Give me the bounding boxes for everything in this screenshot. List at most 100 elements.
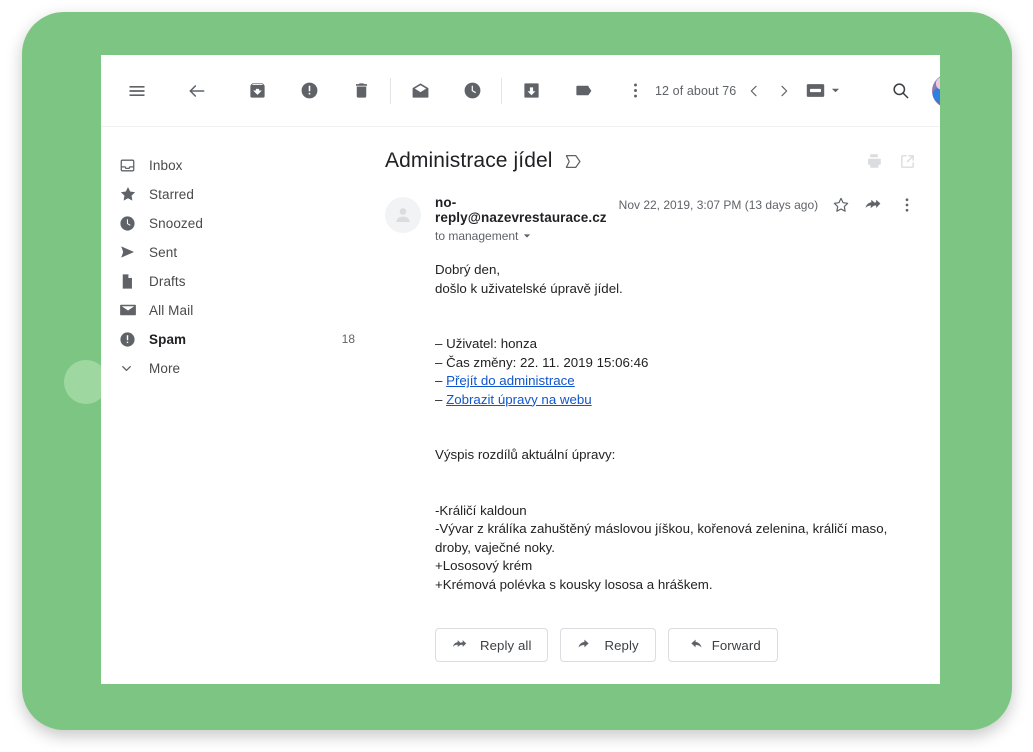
sidebar-item-sent[interactable]: Sent: [101, 238, 377, 266]
body-link-line: – Přejít do administrace: [435, 372, 916, 391]
body-line: -Králičí kaldoun: [435, 502, 527, 518]
body-line: Dobrý den,: [435, 262, 501, 277]
sidebar-item-count: 18: [341, 332, 355, 346]
content-area: Inbox Starred Snoozed Sent Drafts All Ma…: [101, 127, 940, 684]
alert-icon: [119, 331, 149, 348]
search-button[interactable]: [880, 71, 920, 111]
star-icon[interactable]: [832, 196, 850, 214]
reply-label: Reply: [604, 637, 639, 653]
sidebar-item-label: Starred: [149, 186, 194, 202]
body-line: +Lososový krém: [435, 558, 533, 573]
admin-link[interactable]: Přejít do administrace: [446, 373, 575, 388]
move-to-button[interactable]: [511, 71, 551, 111]
back-to-inbox-button[interactable]: [177, 71, 217, 111]
body-line: Výspis rozdílů aktuální úpravy:: [435, 447, 616, 462]
report-spam-button[interactable]: [289, 71, 329, 111]
reply-icon: [579, 639, 590, 648]
chevron-down-icon: [119, 361, 149, 376]
reply-all-icon: [452, 640, 467, 647]
sender-row: no-reply@nazevrestaurace.cz to managemen…: [385, 195, 916, 243]
subject-actions: [865, 152, 916, 170]
snooze-button[interactable]: [452, 71, 492, 111]
message-count: 12 of about 76: [655, 83, 737, 98]
body-line: – Uživatel: honza: [435, 336, 537, 351]
body-line: -Vývar z králíka zahuštěný máslovou jíšk…: [435, 521, 888, 555]
sidebar-item-label: Spam: [149, 331, 187, 347]
web-changes-link[interactable]: Zobrazit úpravy na webu: [446, 392, 592, 407]
labels-button[interactable]: [563, 71, 603, 111]
display-density-icon: [807, 84, 825, 97]
recipient-toggle[interactable]: to management: [435, 229, 607, 243]
forward-button[interactable]: Forward: [667, 628, 778, 662]
sidebar-item-label: All Mail: [149, 302, 194, 318]
reply-all-label: Reply all: [480, 637, 532, 653]
account-avatar[interactable]: [932, 73, 940, 108]
sidebar-item-more[interactable]: More: [101, 354, 377, 382]
older-message-button[interactable]: [776, 74, 792, 108]
forward-icon: [691, 639, 702, 648]
toolbar-divider: [390, 77, 391, 104]
chevron-down-icon: [832, 88, 840, 93]
person-icon: [396, 208, 410, 222]
sidebar-item-label: Snoozed: [149, 215, 203, 231]
mark-as-unread-button[interactable]: [400, 71, 440, 111]
screen: 12 of about 76 Inbox Starred Snoozed Sen…: [0, 0, 1033, 752]
sidebar-item-all-mail[interactable]: All Mail: [101, 296, 377, 324]
chevron-down-icon: [524, 234, 531, 238]
reply-all-button[interactable]: Reply all: [435, 628, 549, 662]
draft-icon: [119, 273, 149, 290]
sender-email: no-reply@nazevrestaurace.cz: [435, 195, 607, 225]
toolbar-divider-2: [501, 77, 502, 104]
subject-row: Administrace jídel: [385, 149, 916, 173]
clock-icon: [119, 215, 149, 232]
sidebar-item-spam[interactable]: Spam 18: [101, 325, 377, 353]
delete-button[interactable]: [341, 71, 381, 111]
sidebar-item-inbox[interactable]: Inbox: [101, 151, 377, 179]
message-action-buttons: Reply all Reply Forward: [435, 628, 916, 662]
message-body: Dobrý den, došlo k uživatelské úpravě jí…: [435, 261, 916, 594]
body-line: došlo k uživatelské úpravě jídel.: [435, 280, 623, 296]
print-icon[interactable]: [865, 152, 883, 170]
body-line: +Krémová polévka s kousky lososa a hrášk…: [435, 576, 713, 592]
recipient-label: to management: [435, 229, 519, 243]
sidebar-item-label: Drafts: [149, 273, 186, 289]
send-icon: [119, 243, 149, 261]
sender-avatar: [385, 197, 421, 233]
body-line: – Čas změny: 22. 11. 2019 15:06:46: [435, 354, 649, 370]
message-more-icon[interactable]: [898, 196, 916, 214]
mail-client-card: 12 of about 76 Inbox Starred Snoozed Sen…: [101, 55, 940, 684]
toolbar-more-button[interactable]: [615, 71, 655, 111]
sidebar-item-label: More: [149, 360, 181, 376]
sidebar-item-snoozed[interactable]: Snoozed: [101, 209, 377, 237]
sidebar-item-label: Sent: [149, 244, 178, 260]
newer-message-button[interactable]: [746, 74, 762, 108]
message-date: Nov 22, 2019, 3:07 PM (13 days ago): [618, 198, 819, 212]
reply-button[interactable]: Reply: [560, 628, 656, 662]
sidebar-item-label: Inbox: [149, 157, 183, 173]
inbox-icon: [119, 157, 149, 174]
sidebar-item-starred[interactable]: Starred: [101, 180, 377, 208]
star-icon: [119, 185, 149, 203]
open-in-new-window-icon[interactable]: [899, 153, 916, 170]
archive-button[interactable]: [237, 71, 277, 111]
sidebar: Inbox Starred Snoozed Sent Drafts All Ma…: [101, 127, 377, 684]
message-actions: Nov 22, 2019, 3:07 PM (13 days ago): [619, 195, 916, 214]
display-density-button[interactable]: [800, 74, 846, 108]
link-prefix: –: [435, 391, 447, 407]
body-link-line: – Zobrazit úpravy na webu: [435, 391, 916, 410]
forward-label: Forward: [711, 637, 761, 653]
inbox-label-icon: [565, 154, 582, 169]
envelope-icon: [119, 301, 149, 319]
sender-meta: no-reply@nazevrestaurace.cz to managemen…: [435, 195, 607, 243]
sidebar-item-drafts[interactable]: Drafts: [101, 267, 377, 295]
reply-icon[interactable]: [864, 196, 884, 214]
page-title: Administrace jídel: [385, 149, 553, 172]
message-pane: Administrace jídel no-reply@nazevrestaur…: [377, 127, 940, 684]
main-menu-button[interactable]: [117, 71, 157, 111]
